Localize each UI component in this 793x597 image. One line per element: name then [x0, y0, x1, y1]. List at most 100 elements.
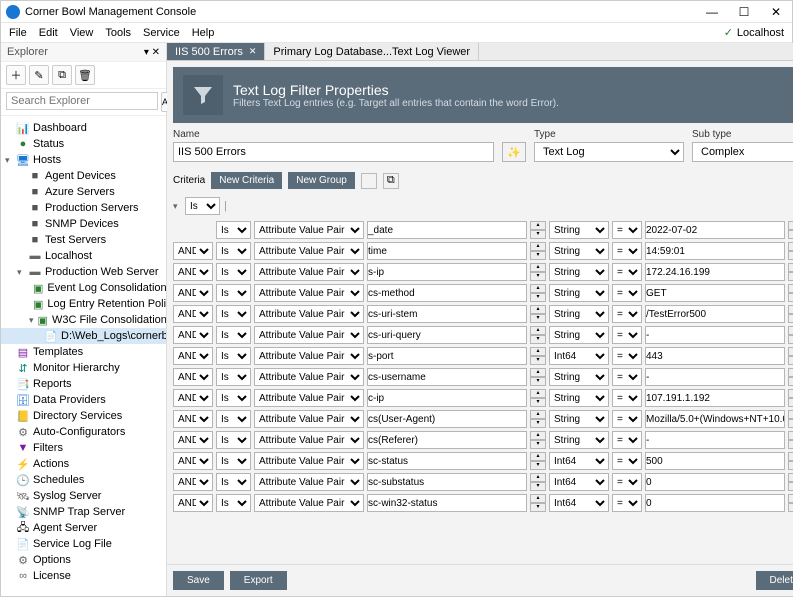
is-select[interactable]: Is	[216, 368, 251, 386]
field-input[interactable]	[367, 431, 527, 449]
rule-select[interactable]: Attribute Value Pair	[254, 326, 364, 344]
datatype-select[interactable]: String	[549, 368, 609, 386]
datatype-select[interactable]: Int64	[549, 452, 609, 470]
and-select[interactable]: AND	[173, 473, 213, 491]
value-input[interactable]	[645, 494, 785, 512]
datatype-select[interactable]: String	[549, 284, 609, 302]
is-select[interactable]: Is	[216, 389, 251, 407]
field-spin[interactable]: ▴▾	[530, 263, 546, 281]
value-spin[interactable]: ▴▾	[788, 494, 793, 512]
operator-select[interactable]: =	[612, 242, 642, 260]
rule-select[interactable]: Attribute Value Pair	[254, 305, 364, 323]
operator-select[interactable]: =	[612, 410, 642, 428]
datatype-select[interactable]: String	[549, 389, 609, 407]
value-spin[interactable]: ▴▾	[788, 284, 793, 302]
field-input[interactable]	[367, 305, 527, 323]
tree-item[interactable]: 🗄Data Providers	[1, 392, 166, 408]
operator-select[interactable]: =	[612, 452, 642, 470]
operator-select[interactable]: =	[612, 263, 642, 281]
field-input[interactable]	[367, 494, 527, 512]
tree-item[interactable]: ■Production Servers	[1, 200, 166, 216]
tree-item[interactable]: ▾▬Production Web Server	[1, 264, 166, 280]
value-input[interactable]	[645, 221, 785, 239]
menu-help[interactable]: Help	[192, 27, 215, 39]
is-select[interactable]: Is	[216, 305, 251, 323]
value-spin[interactable]: ▴▾	[788, 431, 793, 449]
new-group-button[interactable]: New Group	[288, 172, 355, 189]
tree-item[interactable]: 📒Directory Services	[1, 408, 166, 424]
tree-item[interactable]: ▣Log Entry Retention Policy	[1, 296, 166, 312]
field-spin[interactable]: ▴▾	[530, 305, 546, 323]
field-input[interactable]	[367, 410, 527, 428]
value-input[interactable]	[645, 368, 785, 386]
value-spin[interactable]: ▴▾	[788, 473, 793, 491]
field-input[interactable]	[367, 326, 527, 344]
tree-item[interactable]: ▾🖥Hosts	[1, 152, 166, 168]
delete-filter-button[interactable]: Delete	[756, 571, 793, 590]
field-input[interactable]	[367, 263, 527, 281]
is-select[interactable]: Is	[216, 221, 251, 239]
rule-select[interactable]: Attribute Value Pair	[254, 473, 364, 491]
export-button[interactable]: Export	[230, 571, 287, 590]
value-input[interactable]	[645, 305, 785, 323]
close-window-button[interactable]: ✕	[760, 1, 792, 23]
group-is-select[interactable]: Is	[185, 197, 220, 215]
menu-edit[interactable]: Edit	[39, 27, 58, 39]
tree-caret-icon[interactable]: ▾	[29, 315, 34, 326]
tree-item[interactable]: ●Status	[1, 136, 166, 152]
value-spin[interactable]: ▴▾	[788, 326, 793, 344]
collapse-caret-icon[interactable]: ▾	[173, 201, 181, 212]
is-select[interactable]: Is	[216, 242, 251, 260]
value-spin[interactable]: ▴▾	[788, 305, 793, 323]
datatype-select[interactable]: String	[549, 410, 609, 428]
tree-item[interactable]: ∞License	[1, 568, 166, 584]
value-spin[interactable]: ▴▾	[788, 389, 793, 407]
value-input[interactable]	[645, 431, 785, 449]
maximize-button[interactable]: ☐	[728, 1, 760, 23]
copy-button[interactable]: ⧉	[52, 65, 72, 85]
field-spin[interactable]: ▴▾	[530, 242, 546, 260]
tree-item[interactable]: ▾▣W3C File Consolidation (MyIISWebSiteLo…	[1, 312, 166, 328]
tree-item[interactable]: ■Azure Servers	[1, 184, 166, 200]
operator-select[interactable]: =	[612, 347, 642, 365]
datatype-select[interactable]: Int64	[549, 347, 609, 365]
is-select[interactable]: Is	[216, 284, 251, 302]
tab-text-log-viewer[interactable]: Primary Log Database...Text Log Viewer	[265, 43, 479, 60]
tree-item[interactable]: 🕒Schedules	[1, 472, 166, 488]
is-select[interactable]: Is	[216, 347, 251, 365]
tree-item[interactable]: 📄Service Log File	[1, 536, 166, 552]
is-select[interactable]: Is	[216, 473, 251, 491]
datatype-select[interactable]: String	[549, 305, 609, 323]
add-button[interactable]: ＋	[6, 65, 26, 85]
rule-select[interactable]: Attribute Value Pair	[254, 431, 364, 449]
field-input[interactable]	[367, 221, 527, 239]
field-input[interactable]	[367, 473, 527, 491]
value-spin[interactable]: ▴▾	[788, 221, 793, 239]
magic-wand-button[interactable]: ✨	[502, 142, 526, 162]
tree-item[interactable]: ▤Templates	[1, 344, 166, 360]
value-spin[interactable]: ▴▾	[788, 347, 793, 365]
and-select[interactable]: AND	[173, 305, 213, 323]
search-input[interactable]	[6, 92, 158, 110]
tree-caret-icon[interactable]: ▾	[17, 267, 25, 278]
field-spin[interactable]: ▴▾	[530, 347, 546, 365]
operator-select[interactable]: =	[612, 284, 642, 302]
value-input[interactable]	[645, 452, 785, 470]
field-spin[interactable]: ▴▾	[530, 368, 546, 386]
datatype-select[interactable]: String	[549, 326, 609, 344]
rule-select[interactable]: Attribute Value Pair	[254, 221, 364, 239]
value-spin[interactable]: ▴▾	[788, 452, 793, 470]
and-select[interactable]: AND	[173, 431, 213, 449]
datatype-select[interactable]: String	[549, 431, 609, 449]
tree-caret-icon[interactable]: ▾	[5, 155, 13, 166]
rule-select[interactable]: Attribute Value Pair	[254, 494, 364, 512]
and-select[interactable]: AND	[173, 389, 213, 407]
field-spin[interactable]: ▴▾	[530, 221, 546, 239]
tree-item[interactable]: ▣Event Log Consolidation	[1, 280, 166, 296]
tree-item[interactable]: ⇵Monitor Hierarchy	[1, 360, 166, 376]
tree-item[interactable]: 📑Reports	[1, 376, 166, 392]
menu-service[interactable]: Service	[143, 27, 180, 39]
tree-item[interactable]: ⚙Options	[1, 552, 166, 568]
and-select[interactable]: AND	[173, 368, 213, 386]
and-select[interactable]: AND	[173, 242, 213, 260]
